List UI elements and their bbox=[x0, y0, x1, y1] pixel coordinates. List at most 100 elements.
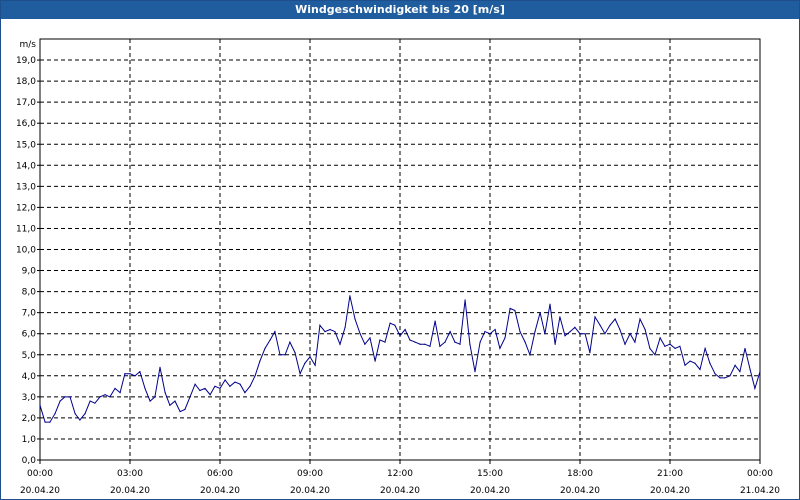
data-point bbox=[304, 362, 306, 364]
data-point bbox=[439, 345, 441, 347]
x-tick-date-label: 20.04.20 bbox=[560, 486, 600, 496]
data-point bbox=[239, 383, 241, 385]
data-point bbox=[634, 341, 636, 343]
data-point bbox=[319, 324, 321, 326]
data-point bbox=[734, 364, 736, 366]
y-tick-label: 6,0 bbox=[22, 330, 37, 340]
data-point bbox=[429, 345, 431, 347]
data-point bbox=[254, 375, 256, 377]
data-point bbox=[729, 375, 731, 377]
data-point bbox=[54, 413, 56, 415]
data-point bbox=[579, 333, 581, 335]
data-point bbox=[284, 354, 286, 356]
data-point bbox=[354, 318, 356, 320]
data-point bbox=[419, 343, 421, 345]
data-point bbox=[274, 330, 276, 333]
y-tick-label: 0,0 bbox=[22, 456, 37, 466]
x-tick-time-label: 18:00 bbox=[567, 469, 593, 479]
data-point bbox=[629, 333, 631, 335]
data-point bbox=[309, 356, 311, 358]
data-point bbox=[329, 328, 331, 331]
data-point bbox=[594, 316, 596, 318]
data-point bbox=[544, 333, 546, 335]
x-tick-date-label: 20.04.20 bbox=[650, 486, 690, 496]
y-tick-label: 11,0 bbox=[16, 224, 36, 234]
data-point bbox=[179, 410, 181, 413]
data-point bbox=[214, 385, 216, 387]
data-point bbox=[164, 392, 166, 394]
data-point bbox=[619, 328, 621, 331]
data-point bbox=[529, 354, 531, 356]
data-point bbox=[159, 366, 161, 368]
data-point bbox=[314, 364, 316, 366]
data-point bbox=[149, 400, 151, 402]
data-point bbox=[624, 343, 626, 345]
data-point bbox=[184, 408, 186, 411]
data-point bbox=[509, 307, 511, 310]
data-point bbox=[669, 343, 671, 345]
data-point bbox=[394, 324, 396, 326]
x-tick-time-label: 06:00 bbox=[207, 469, 233, 479]
data-point bbox=[574, 326, 576, 328]
x-tick-date-label: 20.04.20 bbox=[200, 486, 240, 496]
data-point bbox=[704, 347, 706, 350]
y-tick-label: 8,0 bbox=[22, 288, 37, 298]
data-point bbox=[614, 318, 616, 320]
data-point bbox=[524, 341, 526, 343]
y-tick-label: 1,0 bbox=[22, 435, 37, 445]
data-point bbox=[554, 343, 556, 345]
data-point bbox=[144, 387, 146, 390]
data-point bbox=[199, 389, 201, 392]
data-point bbox=[754, 387, 756, 390]
data-point bbox=[709, 362, 711, 364]
data-point bbox=[74, 413, 76, 415]
y-axis-unit-label: m/s bbox=[20, 40, 37, 50]
data-point bbox=[234, 381, 236, 383]
data-point bbox=[114, 387, 116, 390]
data-point bbox=[484, 330, 486, 333]
data-point bbox=[489, 333, 491, 335]
data-point bbox=[44, 421, 46, 423]
line-chart: 0,0 1,0 2,0 3,0 4,0 5,0 6,0 7,0 8,0 9,0 10,0 11,0 12… bbox=[16, 38, 780, 496]
data-point bbox=[269, 339, 271, 341]
data-point bbox=[679, 345, 681, 347]
data-point bbox=[324, 330, 326, 333]
y-tick-label: 14,0 bbox=[16, 161, 36, 171]
data-point bbox=[724, 377, 726, 379]
data-point bbox=[124, 373, 126, 375]
data-point bbox=[359, 333, 361, 335]
y-tick-label: 13,0 bbox=[16, 182, 36, 192]
x-tick-time-label: 12:00 bbox=[387, 469, 413, 479]
data-point bbox=[84, 413, 86, 415]
data-point bbox=[109, 396, 111, 398]
y-tick-label: 18,0 bbox=[16, 77, 36, 87]
data-point bbox=[389, 322, 391, 324]
data-point bbox=[79, 419, 81, 421]
y-tick-label: 9,0 bbox=[22, 267, 37, 277]
data-point bbox=[404, 328, 406, 331]
y-tick-label: 12,0 bbox=[16, 203, 36, 213]
data-point bbox=[69, 396, 71, 398]
data-point bbox=[249, 385, 251, 387]
x-tick-date-label: 21.04.20 bbox=[740, 486, 780, 496]
data-point bbox=[719, 377, 721, 379]
data-point bbox=[479, 341, 481, 343]
y-tick-label: 15,0 bbox=[16, 140, 36, 150]
data-point bbox=[219, 387, 221, 390]
x-tick-date-label: 20.04.20 bbox=[20, 486, 60, 496]
data-point bbox=[449, 330, 451, 333]
y-tick-label: 2,0 bbox=[22, 414, 37, 424]
data-point bbox=[519, 330, 521, 333]
data-point bbox=[294, 352, 296, 354]
data-point bbox=[39, 404, 41, 406]
data-point bbox=[169, 404, 171, 406]
data-point bbox=[604, 333, 606, 335]
data-point bbox=[49, 421, 51, 423]
data-point bbox=[334, 330, 336, 333]
data-point bbox=[154, 396, 156, 398]
data-point bbox=[339, 343, 341, 345]
data-point bbox=[589, 352, 591, 354]
data-point bbox=[129, 373, 131, 375]
x-tick-time-label: 09:00 bbox=[297, 469, 323, 479]
data-point bbox=[204, 387, 206, 390]
